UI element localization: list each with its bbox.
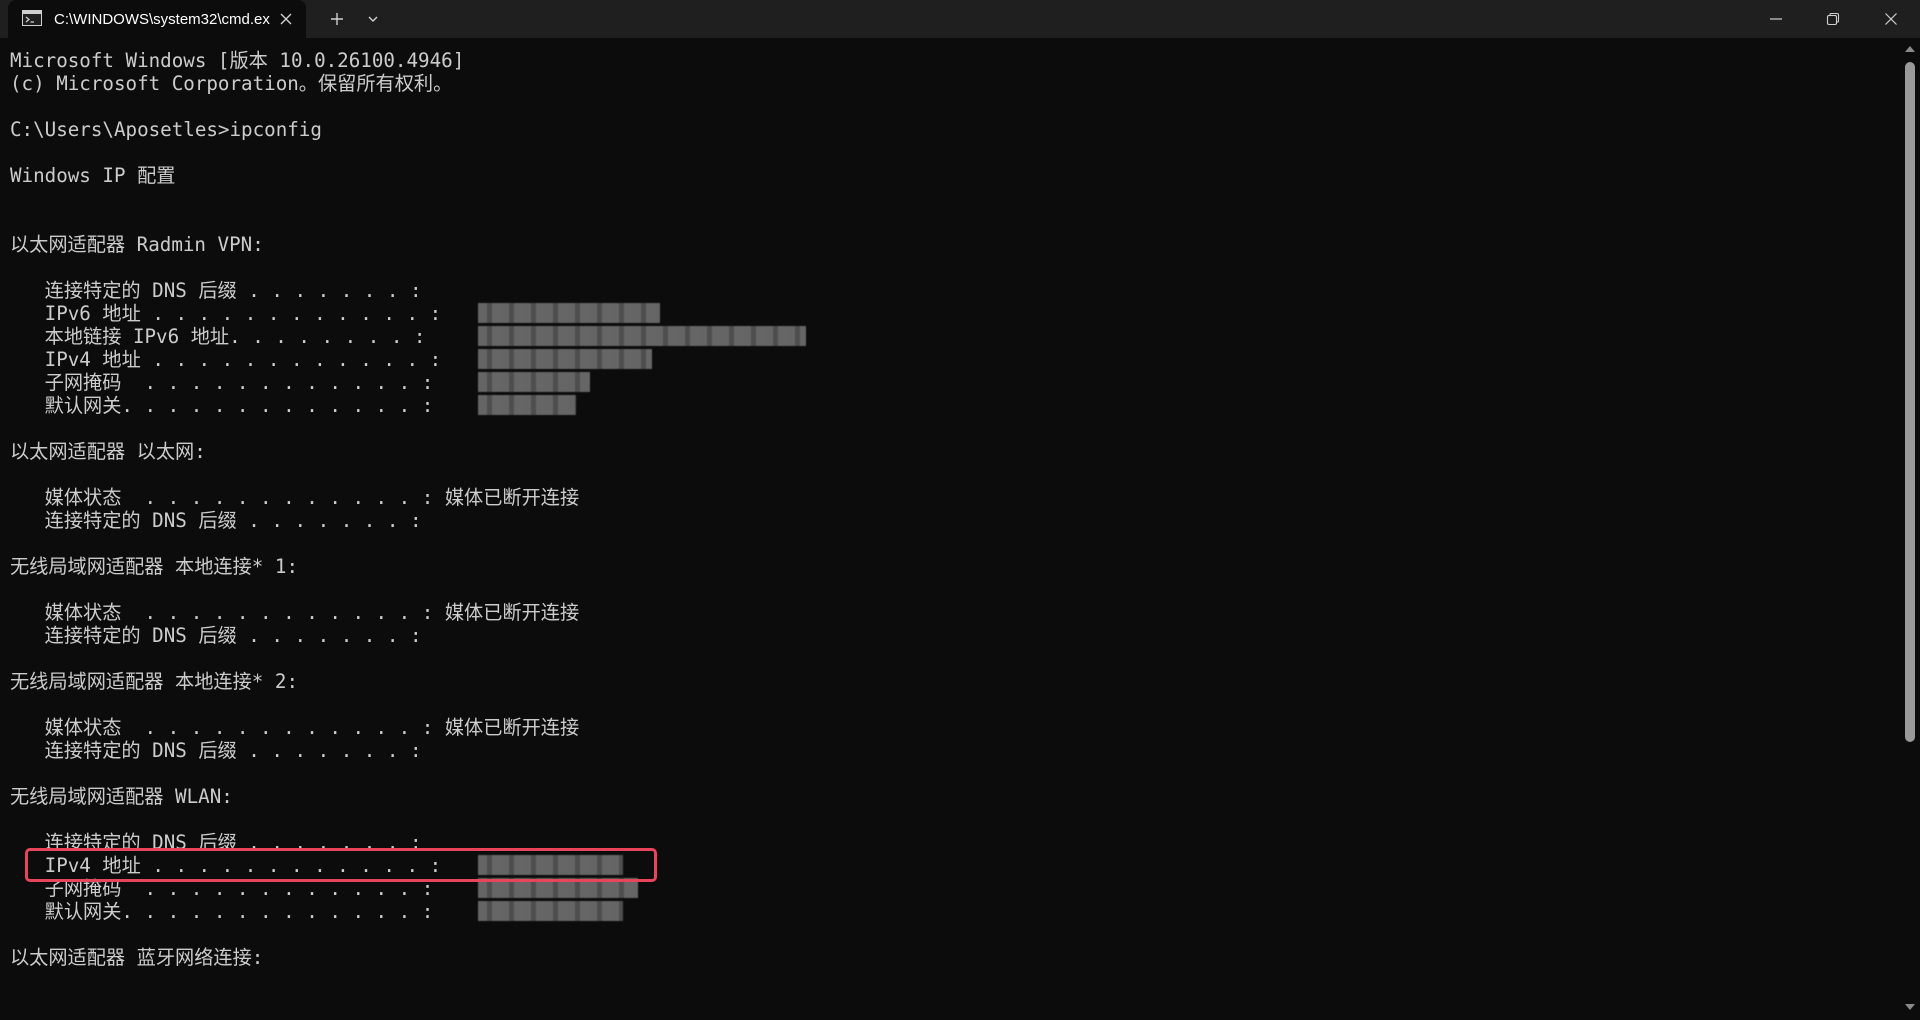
terminal-line: 连接特定的 DNS 后缀 . . . . . . . : (10, 739, 422, 762)
terminal-output[interactable]: Microsoft Windows [版本 10.0.26100.4946] (c… (0, 38, 1900, 1020)
terminal-line: 媒体状态 . . . . . . . . . . . . : 媒体已断开连接 (10, 716, 580, 739)
terminal-line: 媒体状态 . . . . . . . . . . . . : 媒体已断开连接 (10, 601, 580, 624)
minimize-icon (1770, 18, 1782, 20)
terminal-line: IPv6 地址 . . . . . . . . . . . . : (10, 302, 442, 325)
terminal-line: 以太网适配器 以太网: (10, 440, 206, 463)
redacted-value (478, 901, 623, 921)
terminal-line: 默认网关. . . . . . . . . . . . . : (10, 394, 434, 417)
plus-icon (331, 13, 343, 25)
terminal-line: 无线局域网适配器 本地连接* 2: (10, 670, 299, 693)
tab-title: C:\WINDOWS\system32\cmd.exe (54, 11, 270, 28)
redacted-value (478, 303, 660, 323)
title-bar[interactable]: C:\WINDOWS\system32\cmd.exe (0, 0, 1920, 38)
terminal-line: 子网掩码 . . . . . . . . . . . . : (10, 371, 434, 394)
terminal-line: 本地链接 IPv6 地址. . . . . . . . : (10, 325, 426, 348)
terminal-line: 连接特定的 DNS 后缀 . . . . . . . : (10, 279, 422, 302)
new-tab-button[interactable] (322, 0, 352, 38)
terminal-line: (c) Microsoft Corporation。保留所有权利。 (10, 72, 453, 95)
scroll-up-icon[interactable] (1905, 46, 1915, 52)
terminal-line: 连接特定的 DNS 后缀 . . . . . . . : (10, 624, 422, 647)
close-icon[interactable] (276, 9, 296, 29)
window-close-button[interactable] (1862, 0, 1920, 38)
scroll-thumb[interactable] (1905, 62, 1915, 742)
redacted-value (478, 349, 652, 369)
redacted-value (478, 855, 623, 875)
terminal-line: 连接特定的 DNS 后缀 . . . . . . . : (10, 831, 422, 854)
restore-icon (1826, 12, 1840, 26)
tab-dropdown-button[interactable] (358, 0, 388, 38)
chevron-down-icon (368, 16, 378, 22)
terminal-icon (22, 10, 42, 26)
terminal-line: 媒体状态 . . . . . . . . . . . . : 媒体已断开连接 (10, 486, 580, 509)
close-icon (1885, 13, 1897, 25)
terminal-line: 默认网关. . . . . . . . . . . . . : (10, 900, 434, 923)
terminal-line: 以太网适配器 Radmin VPN: (10, 233, 264, 256)
terminal-line: C:\Users\Aposetles>ipconfig (10, 118, 322, 141)
terminal-line: 连接特定的 DNS 后缀 . . . . . . . : (10, 509, 422, 532)
redacted-value (478, 372, 590, 392)
terminal-line: Microsoft Windows [版本 10.0.26100.4946] (10, 49, 465, 72)
redacted-value (478, 395, 576, 415)
terminal-line: 子网掩码 . . . . . . . . . . . . : (10, 877, 434, 900)
minimize-button[interactable] (1748, 0, 1804, 38)
terminal-line: IPv4 地址 . . . . . . . . . . . . : (10, 854, 442, 877)
terminal-line: 以太网适配器 蓝牙网络连接: (10, 946, 264, 969)
terminal-line: 无线局域网适配器 本地连接* 1: (10, 555, 299, 578)
scrollbar[interactable] (1900, 38, 1920, 1020)
terminal-line: 无线局域网适配器 WLAN: (10, 785, 233, 808)
redacted-value (478, 878, 638, 898)
terminal-line: Windows IP 配置 (10, 164, 176, 187)
maximize-button[interactable] (1804, 0, 1862, 38)
redacted-value (478, 326, 806, 346)
terminal-line: IPv4 地址 . . . . . . . . . . . . : (10, 348, 442, 371)
tab-cmd[interactable]: C:\WINDOWS\system32\cmd.exe (8, 0, 306, 38)
scroll-down-icon[interactable] (1905, 1004, 1915, 1010)
